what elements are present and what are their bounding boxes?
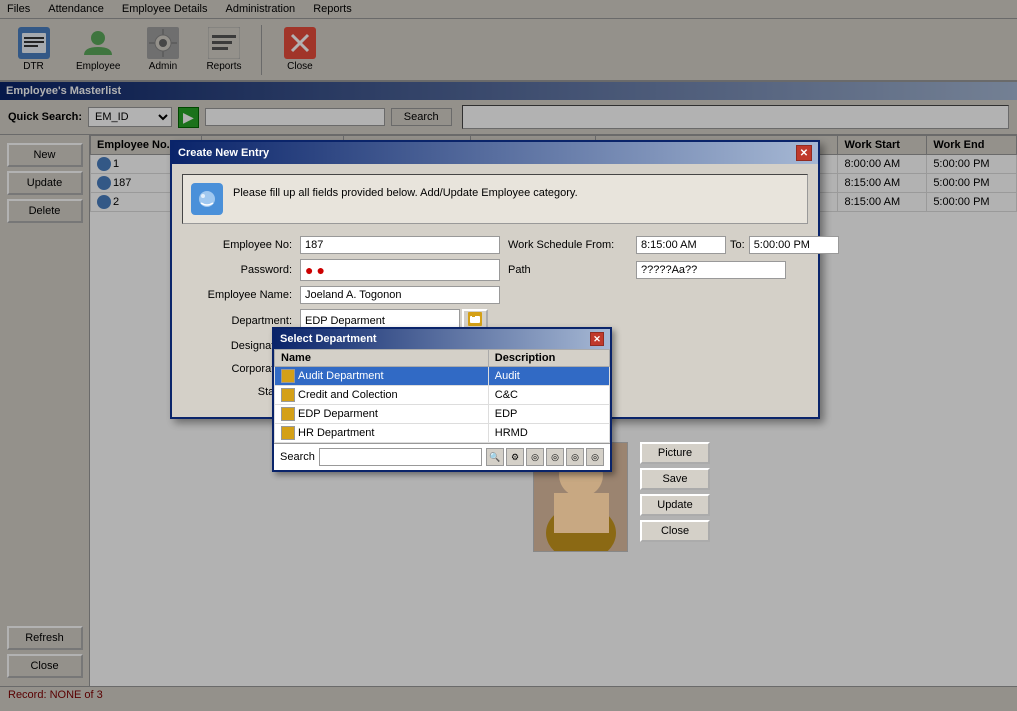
dialog-title: Create New Entry bbox=[178, 147, 269, 159]
dept-label: Department: bbox=[182, 315, 292, 327]
sub-dialog-title: Select Department bbox=[280, 333, 377, 345]
sub-search-bar: Search 🔍 ⚙ ◎ ◎ ◎ ◎ bbox=[274, 443, 610, 470]
path-label: Path bbox=[508, 264, 628, 276]
work-to-input[interactable] bbox=[749, 236, 839, 254]
sub-search-icons: 🔍 ⚙ ◎ ◎ ◎ ◎ bbox=[486, 448, 604, 466]
picture-button[interactable]: Picture bbox=[640, 442, 710, 464]
save-button[interactable]: Save bbox=[640, 468, 710, 490]
dept-search-input[interactable] bbox=[319, 448, 482, 466]
dept-col-name: Name bbox=[275, 350, 489, 367]
dialog-info-text: Please fill up all fields provided below… bbox=[233, 183, 578, 199]
dialog-titlebar: Create New Entry ✕ bbox=[172, 142, 818, 164]
sub-dialog-close-button[interactable]: ✕ bbox=[590, 332, 604, 346]
dialog-close-button[interactable]: ✕ bbox=[796, 145, 812, 161]
search-icon-4[interactable]: ◎ bbox=[546, 448, 564, 466]
sub-dialog-titlebar: Select Department ✕ bbox=[274, 329, 610, 349]
search-icon-5[interactable]: ◎ bbox=[566, 448, 584, 466]
update-button[interactable]: Update bbox=[640, 494, 710, 516]
work-from-input[interactable] bbox=[636, 236, 726, 254]
dialog-info-icon bbox=[191, 183, 223, 215]
work-to-label: To: bbox=[730, 239, 745, 251]
dept-table-container: Name Description Audit Department Audit … bbox=[274, 349, 610, 443]
dept-row[interactable]: EDP Deparment EDP bbox=[275, 405, 610, 424]
dept-col-desc: Description bbox=[488, 350, 609, 367]
action-buttons: Picture Save Update Close bbox=[640, 442, 710, 542]
password-label: Password: bbox=[182, 264, 292, 276]
emp-name-input[interactable] bbox=[300, 286, 500, 304]
search-icon-6[interactable]: ◎ bbox=[586, 448, 604, 466]
create-entry-dialog: Create New Entry ✕ Please fill up all fi… bbox=[170, 140, 820, 419]
search-icon-3[interactable]: ◎ bbox=[526, 448, 544, 466]
emp-no-input[interactable] bbox=[300, 236, 500, 254]
sub-search-label: Search bbox=[280, 451, 315, 463]
dialog-info: Please fill up all fields provided below… bbox=[182, 174, 808, 224]
dept-row[interactable]: Credit and Colection C&C bbox=[275, 386, 610, 405]
path-input[interactable] bbox=[636, 261, 786, 279]
select-department-dialog: Select Department ✕ Name Description Aud… bbox=[272, 327, 612, 472]
emp-no-label: Employee No: bbox=[182, 239, 292, 251]
dept-table: Name Description Audit Department Audit … bbox=[274, 349, 610, 443]
work-schedule-label: Work Schedule From: bbox=[508, 239, 628, 251]
dept-row[interactable]: HR Department HRMD bbox=[275, 424, 610, 443]
emp-name-label: Employee Name: bbox=[182, 289, 292, 301]
close-dialog-button[interactable]: Close bbox=[640, 520, 710, 542]
dept-row[interactable]: Audit Department Audit bbox=[275, 367, 610, 386]
search-icon-2[interactable]: ⚙ bbox=[506, 448, 524, 466]
password-input[interactable] bbox=[300, 259, 500, 281]
search-icon-1[interactable]: 🔍 bbox=[486, 448, 504, 466]
